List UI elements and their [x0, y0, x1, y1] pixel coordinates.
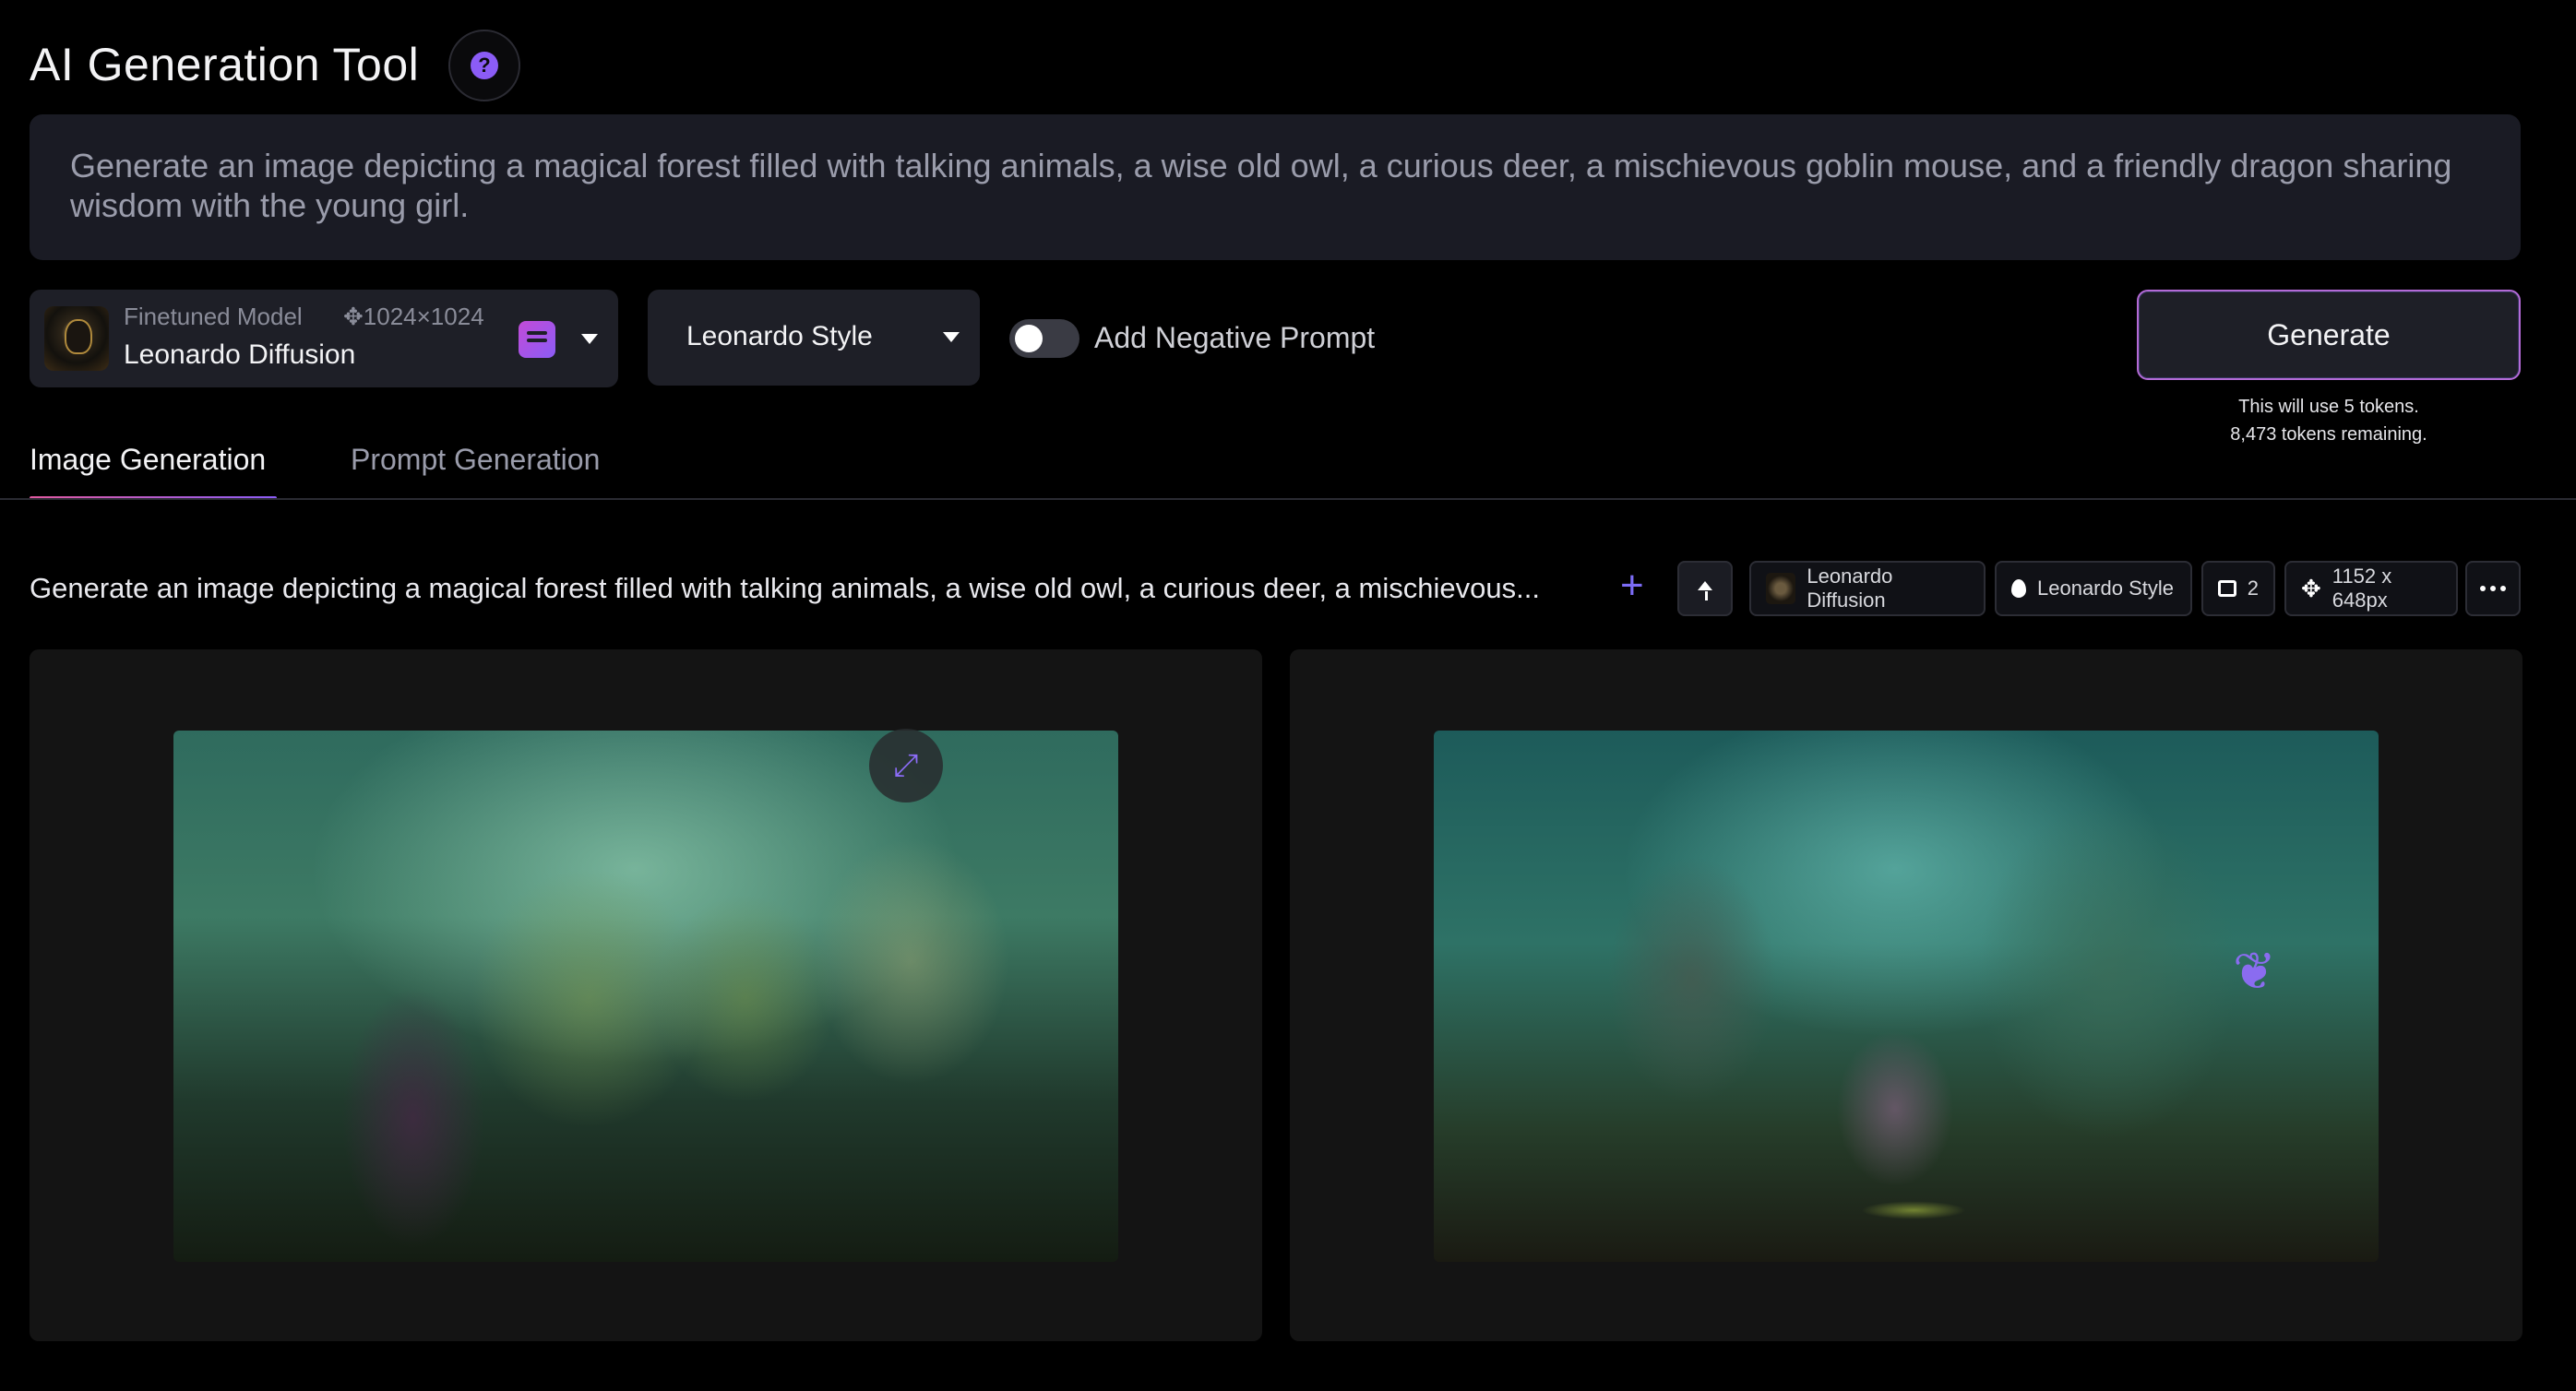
- negative-prompt-toggle[interactable]: [1009, 319, 1079, 358]
- generation-size: 1152 x 648px: [2332, 565, 2392, 612]
- generate-button[interactable]: Generate: [2137, 290, 2521, 380]
- more-options-button[interactable]: [2465, 561, 2521, 616]
- model-thumbnail: [44, 306, 109, 371]
- generated-image-card[interactable]: [1290, 649, 2522, 1341]
- generation-prompt-text: Generate an image depicting a magical fo…: [30, 572, 1540, 604]
- negative-prompt-label[interactable]: Add Negative Prompt: [1094, 321, 1375, 355]
- add-prompt-icon[interactable]: +: [1620, 563, 1644, 609]
- generation-style-name: Leonardo Style: [2037, 577, 2174, 600]
- style-select[interactable]: Leonardo Style: [648, 290, 980, 386]
- generation-count-pill[interactable]: 2: [2201, 561, 2275, 616]
- model-details-icon[interactable]: [519, 321, 555, 358]
- question-circle-icon: ?: [471, 52, 498, 79]
- chevron-down-icon[interactable]: [581, 334, 598, 344]
- prompt-input[interactable]: Generate an image depicting a magical fo…: [30, 114, 2521, 260]
- tokens-remaining-text: 8,473 tokens remaining.: [2230, 424, 2427, 445]
- ellipsis-icon: [2480, 586, 2506, 591]
- page-title: AI Generation Tool: [30, 39, 420, 90]
- generation-model-pill[interactable]: Leonardo Diffusion: [1749, 561, 1986, 616]
- model-thumbnail-small: [1766, 573, 1796, 604]
- generated-image[interactable]: [173, 731, 1118, 1262]
- model-selector[interactable]: Finetuned Model ✥1024×1024 Leonardo Diff…: [30, 290, 618, 387]
- generation-size-pill[interactable]: ✥ 1152 x 648px: [2284, 561, 2458, 616]
- reuse-prompt-button[interactable]: [1677, 561, 1733, 616]
- chevron-down-icon: [943, 332, 960, 342]
- model-resolution: ✥1024×1024: [343, 303, 484, 330]
- tab-prompt-generation[interactable]: Prompt Generation: [351, 443, 600, 477]
- help-button[interactable]: ?: [448, 30, 520, 101]
- move-icon: ✥: [2301, 574, 2321, 602]
- generated-image-card[interactable]: [30, 649, 1262, 1341]
- tab-divider: [0, 498, 2576, 500]
- arrow-up-icon: [1698, 581, 1712, 590]
- tab-image-generation[interactable]: Image Generation: [30, 443, 266, 477]
- style-select-value: Leonardo Style: [686, 321, 873, 351]
- arrow-stem: [1705, 591, 1708, 600]
- generation-style-pill[interactable]: Leonardo Style: [1995, 561, 2192, 616]
- image-stack-icon: [2218, 580, 2236, 597]
- toggle-knob: [1015, 325, 1043, 352]
- generation-model-name: Leonardo Diffusion: [1807, 565, 1893, 612]
- model-type-label: Finetuned Model: [124, 303, 303, 330]
- butterfly-detail: ❦: [2233, 942, 2276, 1000]
- generation-count: 2: [2247, 577, 2259, 600]
- token-cost-text: This will use 5 tokens.: [2238, 397, 2419, 417]
- expand-icon[interactable]: ⤢: [869, 729, 943, 802]
- drop-icon: [2011, 579, 2026, 598]
- model-name: Leonardo Diffusion: [124, 339, 356, 370]
